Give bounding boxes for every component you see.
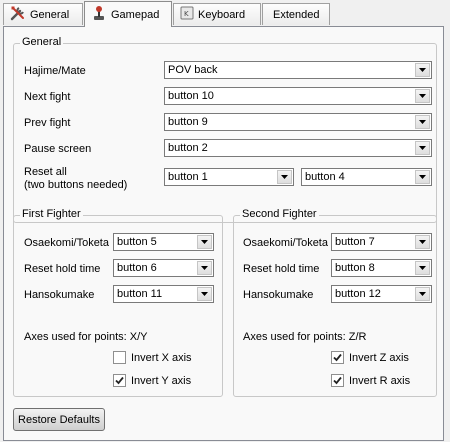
second-hansokumake-value: button 12 [335, 288, 381, 300]
invert-y-label: Invert Y axis [131, 374, 192, 387]
first-reset-hold-select[interactable]: button 6 [113, 259, 214, 277]
gamepad-panel: General Hajime/Mate POV back Next fight … [3, 26, 444, 441]
tab-extended[interactable]: Extended [262, 3, 330, 25]
keyboard-icon: K [180, 6, 194, 23]
checkbox-box[interactable] [331, 351, 344, 364]
restore-defaults-label: Restore Defaults [18, 413, 100, 426]
chevron-down-icon [415, 63, 430, 77]
hajime-value: POV back [168, 64, 218, 76]
next-fight-select[interactable]: button 10 [164, 87, 432, 105]
tab-label: Extended [273, 8, 320, 21]
tab-general[interactable]: General [3, 3, 83, 25]
chevron-down-icon [415, 115, 430, 129]
pause-screen-value: button 2 [168, 142, 208, 154]
group-title: First Fighter [20, 208, 83, 220]
chevron-down-icon [415, 235, 430, 249]
first-osaekomi-select[interactable]: button 5 [113, 233, 214, 251]
invert-r-label: Invert R axis [349, 374, 411, 387]
second-reset-hold-select[interactable]: button 8 [331, 259, 432, 277]
chevron-down-icon [197, 287, 212, 301]
first-osaekomi-label: Osaekomi/Toketa [24, 237, 109, 249]
first-axes-label: Axes used for points: X/Y [24, 331, 148, 343]
chevron-down-icon [415, 141, 430, 155]
reset-all-value-1: button 1 [168, 171, 208, 183]
first-reset-hold-value: button 6 [117, 262, 157, 274]
next-fight-value: button 10 [168, 90, 214, 102]
chevron-down-icon [415, 170, 430, 184]
checkmark-icon [115, 376, 124, 385]
prev-fight-select[interactable]: button 9 [164, 113, 432, 131]
tab-gamepad[interactable]: Gamepad [84, 1, 172, 27]
tab-label: General [30, 8, 70, 21]
reset-all-value-2: button 4 [305, 171, 345, 183]
invert-x-label: Invert X axis [131, 351, 192, 364]
wrench-screwdriver-icon [10, 5, 26, 24]
second-hansokumake-select[interactable]: button 12 [331, 285, 432, 303]
reset-all-label: Reset all [24, 166, 67, 178]
joystick-icon [91, 5, 107, 24]
first-hansokumake-label: Hansokumake [24, 289, 95, 301]
checkmark-icon [333, 376, 342, 385]
first-osaekomi-value: button 5 [117, 236, 157, 248]
chevron-down-icon [415, 261, 430, 275]
chevron-down-icon [415, 287, 430, 301]
checkbox-box[interactable] [113, 374, 126, 387]
pause-screen-label: Pause screen [24, 143, 92, 155]
second-axes-label: Axes used for points: Z/R [243, 331, 367, 343]
chevron-down-icon [415, 89, 430, 103]
invert-y-checkbox[interactable]: Invert Y axis [113, 374, 191, 387]
checkbox-box[interactable] [113, 351, 126, 364]
first-reset-hold-label: Reset hold time [24, 263, 101, 275]
next-fight-label: Next fight [24, 91, 71, 103]
group-title: General [20, 36, 64, 48]
tab-keyboard[interactable]: K Keyboard [173, 3, 261, 25]
svg-text:K: K [184, 10, 189, 18]
tab-label: Keyboard [198, 8, 246, 21]
restore-defaults-button[interactable]: Restore Defaults [13, 408, 105, 431]
reset-all-select-2[interactable]: button 4 [301, 168, 432, 186]
first-hansokumake-select[interactable]: button 11 [113, 285, 214, 303]
reset-all-select-1[interactable]: button 1 [164, 168, 294, 186]
reset-all-hint: (two buttons needed) [24, 179, 128, 191]
second-reset-hold-label: Reset hold time [243, 263, 320, 275]
hajime-select[interactable]: POV back [164, 61, 432, 79]
second-hansokumake-label: Hansokumake [243, 289, 314, 301]
pause-screen-select[interactable]: button 2 [164, 139, 432, 157]
invert-z-label: Invert Z axis [349, 351, 409, 364]
chevron-down-icon [277, 170, 292, 184]
invert-z-checkbox[interactable]: Invert Z axis [331, 351, 409, 364]
second-osaekomi-value: button 7 [335, 236, 375, 248]
second-osaekomi-label: Osaekomi/Toketa [243, 237, 328, 249]
invert-r-checkbox[interactable]: Invert R axis [331, 374, 410, 387]
chevron-down-icon [197, 235, 212, 249]
group-title: Second Fighter [240, 208, 319, 220]
prev-fight-value: button 9 [168, 116, 208, 128]
second-osaekomi-select[interactable]: button 7 [331, 233, 432, 251]
invert-x-checkbox[interactable]: Invert X axis [113, 351, 192, 364]
second-reset-hold-value: button 8 [335, 262, 375, 274]
tab-label: Gamepad [111, 8, 160, 21]
hajime-label: Hajime/Mate [24, 65, 86, 77]
prev-fight-label: Prev fight [24, 117, 71, 129]
checkbox-box[interactable] [331, 374, 344, 387]
chevron-down-icon [197, 261, 212, 275]
first-hansokumake-value: button 11 [117, 288, 163, 300]
checkmark-icon [333, 353, 342, 362]
